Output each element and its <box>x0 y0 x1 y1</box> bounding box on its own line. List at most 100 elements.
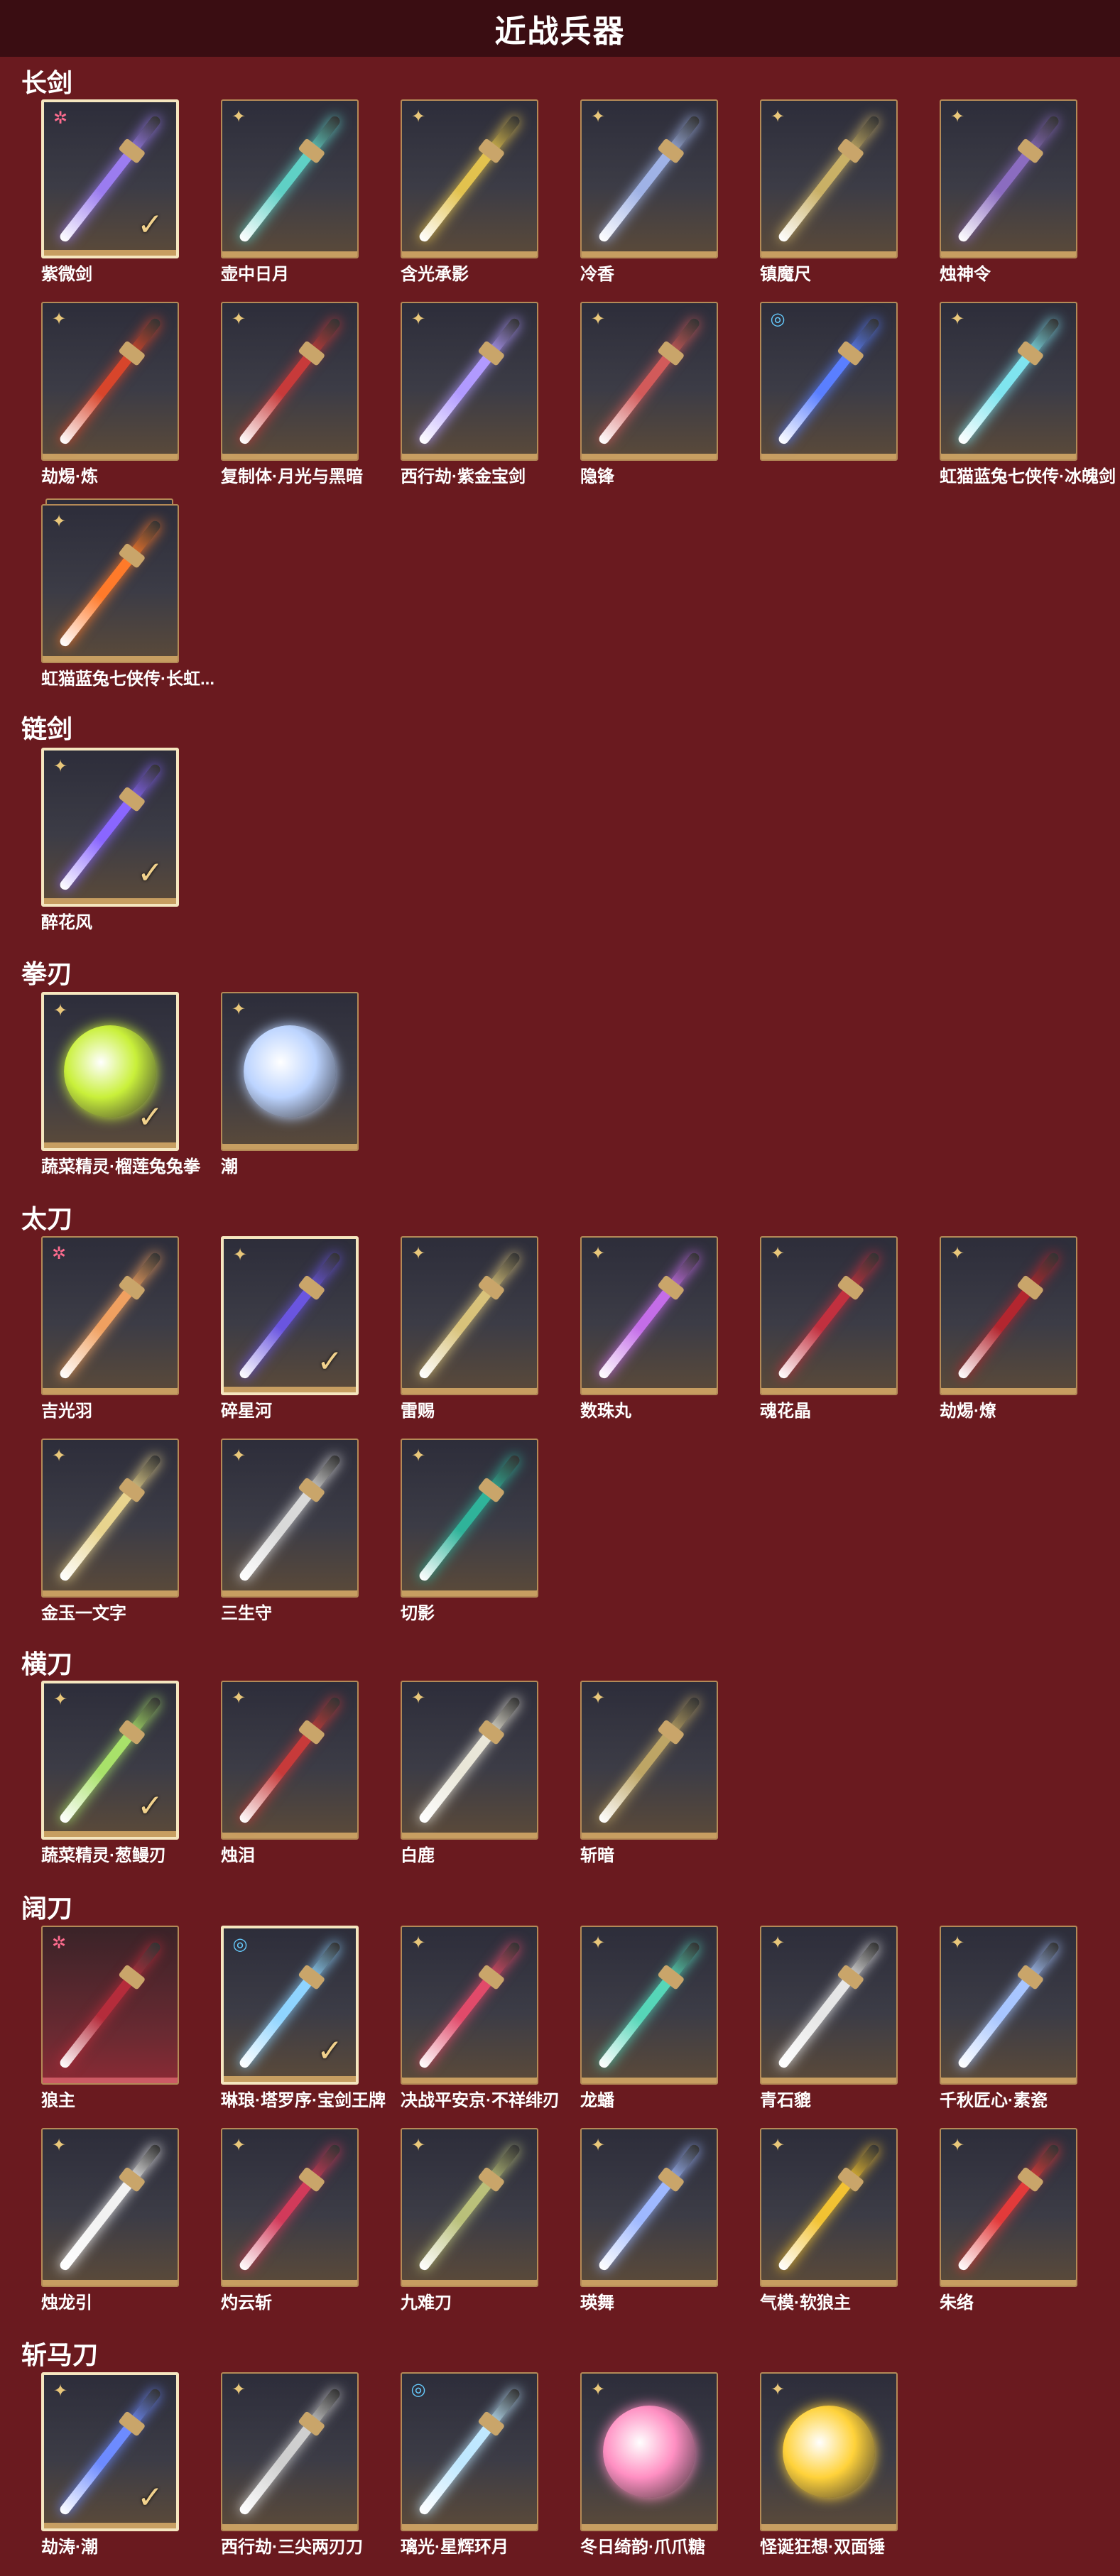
weapon-card[interactable]: ✦ ✓ 碎星河 <box>221 1236 359 1421</box>
weapon-thumbnail[interactable]: ✦ <box>41 1439 179 1598</box>
weapon-card[interactable]: ✦ 魂花晶 <box>760 1236 898 1421</box>
weapon-card[interactable]: ✦ 朱络 <box>940 2128 1077 2313</box>
weapon-card[interactable]: ✦ 潮 <box>221 992 359 1177</box>
weapon-thumbnail[interactable]: ✦ <box>760 2372 898 2531</box>
weapon-card[interactable]: ✲ 吉光羽 <box>41 1236 179 1421</box>
weapon-card[interactable]: ◎ 璃光·星辉环月 <box>401 2372 538 2557</box>
weapon-thumbnail[interactable]: ✦ <box>221 2372 359 2531</box>
weapon-thumbnail[interactable]: ✦ <box>580 1236 718 1395</box>
weapon-card[interactable]: ✦ 决战平安京·不祥绯刃 <box>401 1926 560 2110</box>
weapon-thumbnail[interactable]: ✲ <box>41 1236 179 1395</box>
weapon-card[interactable]: ✦ 复制体·月光与黑暗 <box>221 302 363 486</box>
weapon-thumbnail[interactable]: ✦ <box>401 1926 538 2085</box>
weapon-thumbnail[interactable]: ✦ <box>760 2128 898 2287</box>
weapon-card[interactable]: ✦ 烛龙引 <box>41 2128 179 2313</box>
weapon-thumbnail[interactable]: ✦ <box>580 99 718 258</box>
weapon-thumbnail[interactable]: ✦ <box>41 302 179 461</box>
weapon-image <box>417 1251 522 1380</box>
weapon-card[interactable]: ✦ 烛神令 <box>940 99 1077 284</box>
weapon-image <box>58 1941 163 2070</box>
weapon-thumbnail[interactable]: ✦ <box>221 1439 359 1598</box>
checkmark-icon: ✓ <box>137 207 163 242</box>
weapon-thumbnail[interactable]: ✦ <box>580 302 718 461</box>
weapon-card[interactable]: ✦ 虹猫蓝兔七侠传·冰魄剑 <box>940 302 1116 486</box>
weapon-thumbnail[interactable]: ✲ ✓ <box>41 99 179 258</box>
weapon-thumbnail[interactable]: ✦ <box>940 1926 1077 2085</box>
weapon-card[interactable]: ✦ 劫焬·燎 <box>940 1236 1077 1421</box>
weapon-card[interactable]: ✦ 瑛舞 <box>580 2128 718 2313</box>
weapon-thumbnail[interactable]: ✦ <box>580 1681 718 1840</box>
sparkle-icon: ✦ <box>232 1245 248 1265</box>
weapon-thumbnail[interactable]: ✦ <box>221 99 359 258</box>
weapon-card[interactable]: ✦ 千秋匠心·素瓷 <box>940 1926 1077 2110</box>
checkmark-icon: ✓ <box>137 856 163 890</box>
weapon-thumbnail[interactable]: ✦ <box>401 1681 538 1840</box>
weapon-card[interactable]: ✦ 龙蟠 <box>580 1926 718 2110</box>
weapon-thumbnail[interactable]: ✲ <box>41 1926 179 2085</box>
weapon-card[interactable]: ✲ ✓ 紫微剑 <box>41 99 179 284</box>
weapon-thumbnail[interactable]: ✦ <box>760 1926 898 2085</box>
weapon-thumbnail[interactable]: ✦ <box>760 99 898 258</box>
weapon-thumbnail[interactable]: ✦ <box>401 302 538 461</box>
weapon-card[interactable]: ✦ 含光承影 <box>401 99 538 284</box>
weapon-thumbnail[interactable]: ✦ <box>401 99 538 258</box>
weapon-card[interactable]: ◎ ✓ 琳琅·塔罗序·宝剑王牌 <box>221 1926 386 2110</box>
weapon-card[interactable]: ◎ <box>760 302 898 462</box>
weapon-thumbnail[interactable]: ✦ <box>221 302 359 461</box>
weapon-thumbnail[interactable]: ✦ <box>940 2128 1077 2287</box>
weapon-card[interactable]: ✦ 三生守 <box>221 1439 359 1623</box>
weapon-card[interactable]: ✦ 烛泪 <box>221 1681 359 1865</box>
weapon-thumbnail[interactable]: ✦ <box>401 2128 538 2287</box>
weapon-card[interactable]: ✦ 青石貔 <box>760 1926 898 2110</box>
weapon-thumbnail[interactable]: ✦ ✓ <box>41 1681 179 1840</box>
weapon-card[interactable]: ✦ 劫焬·炼 <box>41 302 179 486</box>
weapon-thumbnail[interactable]: ✦ <box>760 1236 898 1395</box>
weapon-thumbnail[interactable]: ✦ ✓ <box>41 992 179 1151</box>
weapon-card[interactable]: ✦ 九难刀 <box>401 2128 538 2313</box>
weapon-card[interactable]: ✦ 白鹿 <box>401 1681 538 1865</box>
weapon-thumbnail[interactable]: ◎ ✓ <box>221 1926 359 2085</box>
weapon-card[interactable]: ✦ 怪诞狂想·双面锤 <box>760 2372 898 2557</box>
weapon-thumbnail[interactable]: ✦ <box>580 1926 718 2085</box>
weapon-card[interactable]: ✦ 冬日绮韵·爪爪糖 <box>580 2372 718 2557</box>
weapon-card[interactable]: ✦ 冷香 <box>580 99 718 284</box>
weapon-thumbnail[interactable]: ◎ <box>401 2372 538 2531</box>
weapon-thumbnail[interactable]: ✦ <box>940 1236 1077 1395</box>
weapon-thumbnail[interactable]: ✦ ✓ <box>41 2372 179 2531</box>
weapon-card[interactable]: ✦ 数珠丸 <box>580 1236 718 1421</box>
weapon-thumbnail[interactable]: ✦ <box>221 2128 359 2287</box>
weapon-card[interactable]: ✲ 狼主 <box>41 1926 179 2110</box>
section-title: 斩马刀 <box>21 2340 99 2369</box>
weapon-card[interactable]: ✦ 气模·软狼主 <box>760 2128 898 2313</box>
weapon-card[interactable]: ✦ 雷赐 <box>401 1236 538 1421</box>
weapon-thumbnail[interactable]: ✦ <box>940 302 1077 461</box>
weapon-card[interactable]: ✦ 切影 <box>401 1439 538 1623</box>
weapon-thumbnail[interactable]: ✦ <box>401 1236 538 1395</box>
weapon-card[interactable]: ✦ 镇魔尺 <box>760 99 898 284</box>
weapon-thumbnail[interactable]: ✦ <box>580 2372 718 2531</box>
weapon-card[interactable]: ✦ 西行劫·紫金宝剑 <box>401 302 538 486</box>
weapon-card[interactable]: ✦ 灼云斩 <box>221 2128 359 2313</box>
weapon-card[interactable]: ✦ 虹猫蓝兔七侠传·长虹... <box>41 498 214 689</box>
weapon-card[interactable]: ✦ ✓ 劫涛·潮 <box>41 2372 179 2557</box>
weapon-thumbnail[interactable]: ✦ <box>41 2128 179 2287</box>
weapon-thumbnail[interactable]: ✦ <box>580 2128 718 2287</box>
weapon-card[interactable]: ✦ 壶中日月 <box>221 99 359 284</box>
sparkle-icon: ✦ <box>411 2136 426 2155</box>
weapon-thumbnail[interactable]: ✦ ✓ <box>221 1236 359 1395</box>
weapon-thumbnail[interactable]: ✦ <box>940 99 1077 258</box>
weapon-card[interactable]: ✦ ✓ 蔬菜精灵·葱鳗刃 <box>41 1681 179 1865</box>
weapon-thumbnail[interactable]: ✦ <box>221 992 359 1151</box>
weapon-card[interactable]: ✦ 隐锋 <box>580 302 718 486</box>
weapon-card[interactable]: ✦ 斩暗 <box>580 1681 718 1865</box>
weapon-thumbnail[interactable]: ✦ <box>221 1681 359 1840</box>
sparkle-icon: ✦ <box>411 1244 426 1263</box>
weapon-thumbnail[interactable]: ✦ <box>401 1439 538 1598</box>
weapon-card[interactable]: ✦ 金玉一文字 <box>41 1439 179 1623</box>
weapon-thumbnail[interactable]: ✦ <box>41 504 179 663</box>
weapon-thumbnail[interactable]: ✦ ✓ <box>41 748 179 907</box>
weapon-card[interactable]: ✦ ✓ 蔬菜精灵·榴莲兔兔拳 <box>41 992 200 1177</box>
weapon-card[interactable]: ✦ 西行劫·三尖两刃刀 <box>221 2372 363 2557</box>
weapon-card[interactable]: ✦ ✓ 醉花风 <box>41 748 179 932</box>
weapon-thumbnail[interactable]: ◎ <box>760 302 898 461</box>
